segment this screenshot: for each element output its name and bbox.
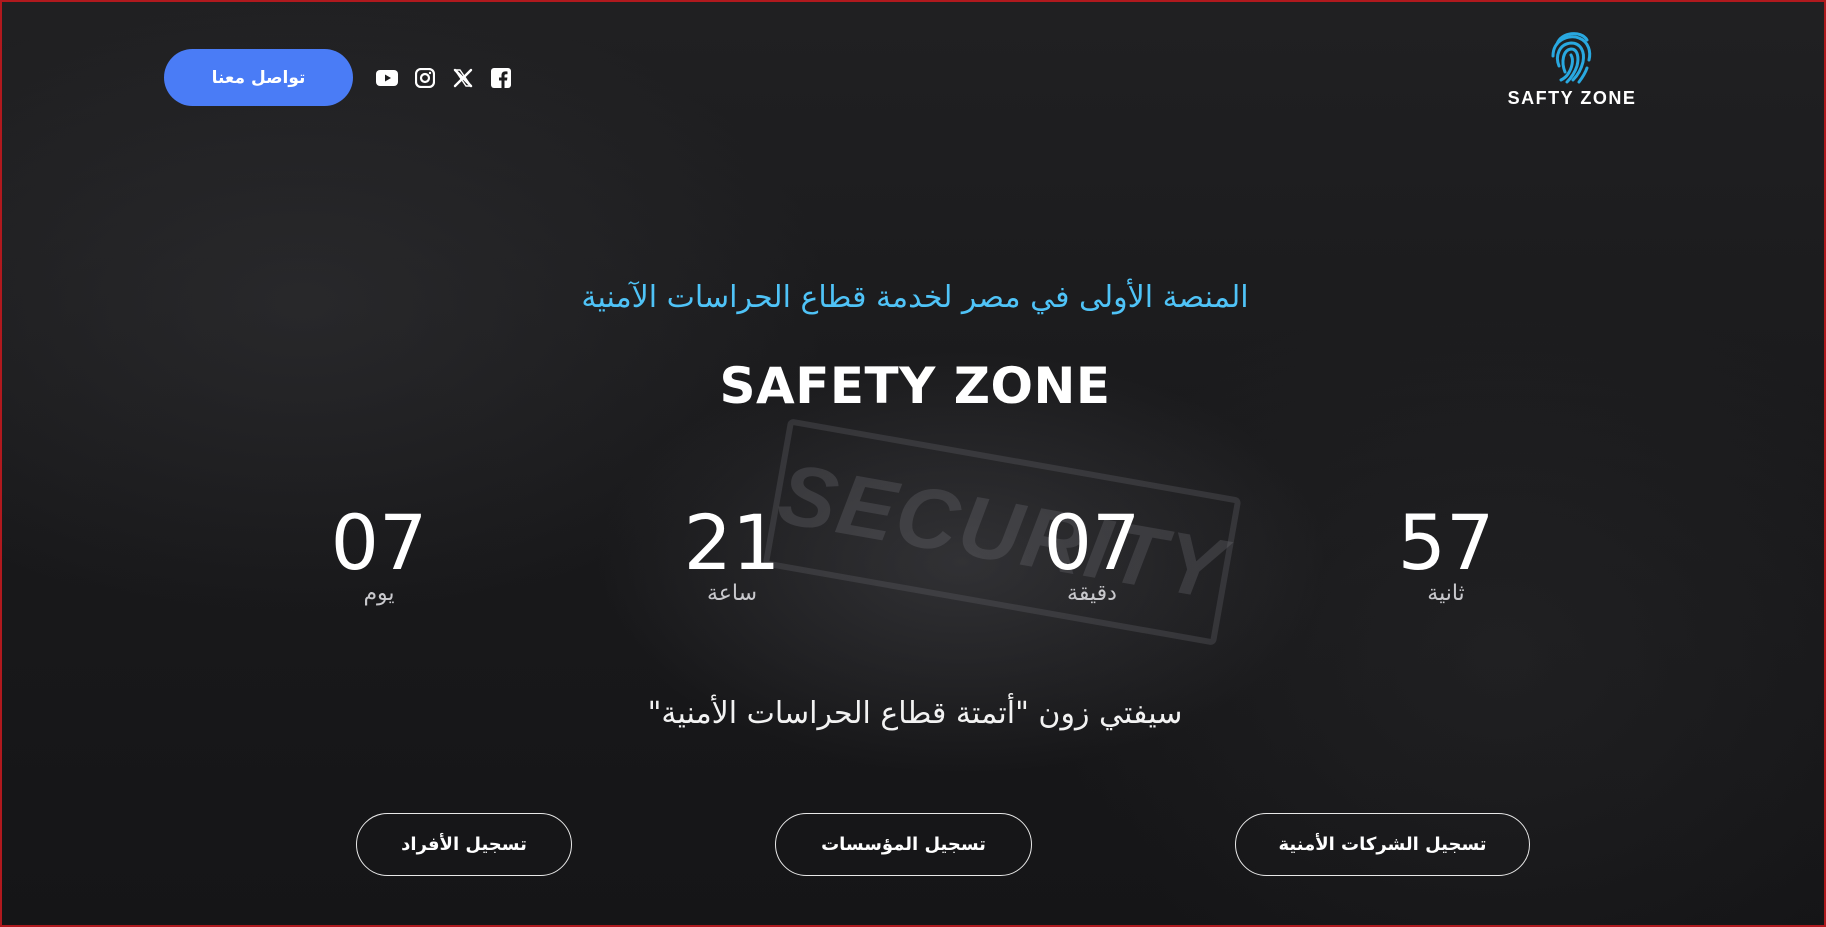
countdown-hours-label: ساعة: [706, 581, 758, 606]
instagram-icon[interactable]: [414, 67, 436, 89]
logo-text: SAFTY ZONE: [1507, 88, 1637, 108]
countdown-seconds: 57 ثانية: [1346, 502, 1546, 608]
hero-slogan: سيفتي زون "أتمتة قطاع الحراسات الأمنية": [647, 696, 1183, 731]
countdown-seconds-label: ثانية: [1427, 581, 1465, 606]
register-individuals-button[interactable]: تسجيل الأفراد: [356, 813, 572, 876]
countdown-minutes-value: 07: [1043, 498, 1141, 587]
site-logo[interactable]: SAFTY ZONE: [1502, 26, 1642, 116]
contact-us-button[interactable]: تواصل معنا: [164, 49, 353, 106]
countdown-hours: 21 ساعة: [632, 502, 832, 608]
countdown-hours-value: 21: [683, 498, 781, 587]
countdown-minutes-label: دقيقة: [1067, 581, 1117, 606]
countdown-days-label: يوم: [363, 581, 395, 606]
register-security-companies-button[interactable]: تسجيل الشركات الأمنية: [1235, 813, 1530, 876]
countdown-days: 07 يوم: [279, 502, 479, 608]
countdown-days-value: 07: [330, 498, 428, 587]
x-icon[interactable]: [452, 67, 474, 89]
youtube-icon[interactable]: [376, 67, 398, 89]
countdown-minutes: 07 دقيقة: [992, 502, 1192, 608]
social-links: [376, 66, 512, 90]
page-title: SAFETY ZONE: [719, 357, 1111, 415]
page-background: SECURITY SAFTY ZONE تواصل معنا المنصة ال…: [0, 0, 1826, 927]
countdown-seconds-value: 57: [1397, 498, 1495, 587]
hero-tagline: المنصة الأولى في مصر لخدمة قطاع الحراسات…: [581, 280, 1249, 315]
fingerprint-icon: [1551, 32, 1592, 84]
register-institutions-button[interactable]: تسجيل المؤسسات: [775, 813, 1032, 876]
facebook-icon[interactable]: [490, 67, 512, 89]
